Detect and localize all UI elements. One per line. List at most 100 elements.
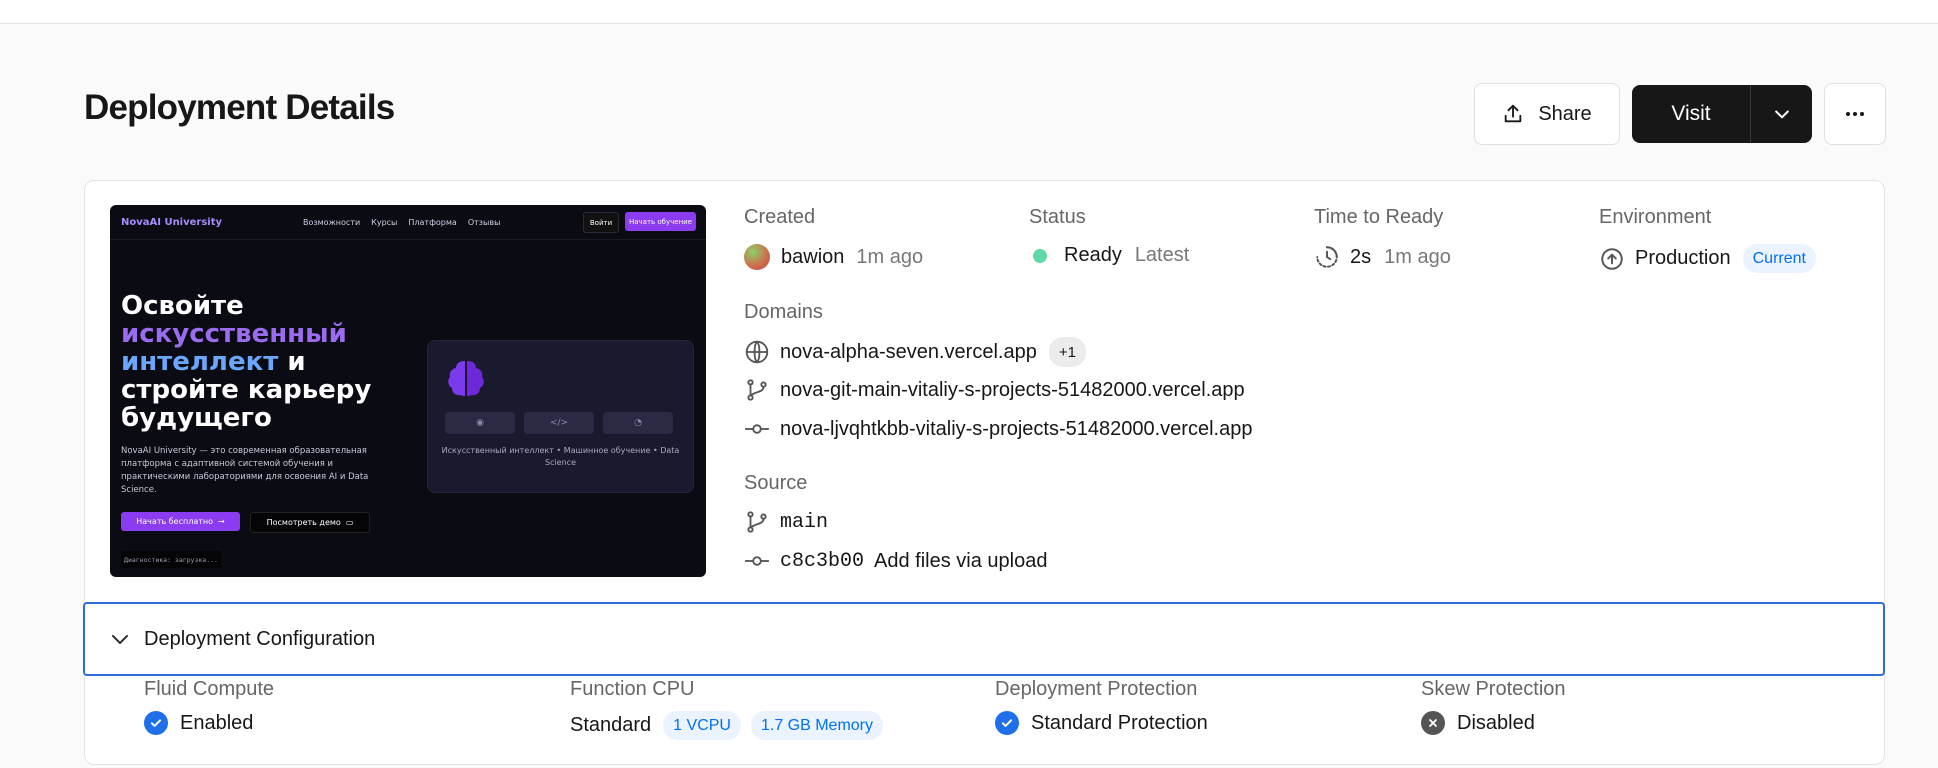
preview-nav-link: Курсы xyxy=(371,218,398,227)
preview-feature-panel: ◉ </> ◔ Искусственный интеллект • Машинн… xyxy=(427,340,694,493)
code-icon: </> xyxy=(524,412,594,434)
domain-link[interactable]: nova-git-main-vitaliy-s-projects-5148200… xyxy=(780,379,1245,402)
deployment-protection-status: Standard Protection xyxy=(1031,711,1208,734)
fluid-compute-status: Enabled xyxy=(180,711,254,734)
visit-button-group: Visit xyxy=(1632,85,1812,143)
preview-cta-secondary-label: Посмотреть демо xyxy=(266,518,341,527)
visit-button[interactable]: Visit xyxy=(1632,102,1750,126)
domains-label: Domains xyxy=(744,301,823,323)
arrow-up-circle-icon xyxy=(1599,246,1625,272)
memory-badge: 1.7 GB Memory xyxy=(750,711,883,740)
created-label: Created xyxy=(744,206,816,228)
deployment-configuration-title: Deployment Configuration xyxy=(144,628,376,650)
created-time: 1m ago xyxy=(856,245,924,268)
environment-label: Environment xyxy=(1599,206,1712,228)
preview-description: NovaAI University — это современная обра… xyxy=(121,446,369,495)
preview-nav-link: Платформа xyxy=(408,218,457,227)
preview-cta-primary: Начать бесплатно → xyxy=(121,512,240,531)
created-value: bawion 1m ago xyxy=(744,244,923,270)
brain-icon xyxy=(448,361,484,396)
chevron-down-icon xyxy=(108,627,132,656)
git-commit-icon xyxy=(744,416,770,442)
preview-diagnostics: Диагностика: загрузка... xyxy=(121,551,221,568)
commit-message[interactable]: Add files via upload xyxy=(874,550,1047,573)
preview-hero-line: стройте карьеру xyxy=(121,375,372,405)
check-circle-icon xyxy=(144,711,168,735)
avatar[interactable] xyxy=(744,244,770,270)
status-label: Status xyxy=(1029,206,1086,228)
clock-icon xyxy=(1314,244,1340,270)
deployment-protection-label: Deployment Protection xyxy=(995,678,1198,700)
time-to-ready-label: Time to Ready xyxy=(1314,206,1444,228)
status-tag: Latest xyxy=(1134,244,1190,266)
pie-chart-icon: ◔ xyxy=(603,412,673,434)
skew-protection-status: Disabled xyxy=(1457,711,1535,734)
check-circle-icon xyxy=(995,711,1019,735)
time-to-ready-duration: 2s xyxy=(1350,245,1372,268)
preview-hero-line: интеллект xyxy=(121,347,279,377)
ellipsis-icon xyxy=(1846,112,1864,116)
git-commit-icon xyxy=(744,548,770,574)
preview-nav-link: Отзывы xyxy=(467,218,501,227)
globe-icon xyxy=(744,339,770,365)
environment-badge: Current xyxy=(1742,244,1816,273)
more-options-button[interactable] xyxy=(1824,83,1886,145)
preview-hero-line: будущего xyxy=(121,403,272,433)
monitor-icon: ▭ xyxy=(345,518,354,527)
time-to-ready-time: 1m ago xyxy=(1384,245,1451,268)
preview-hero-line: искусственный xyxy=(121,319,347,349)
preview-hero-line: и xyxy=(278,347,306,377)
status-text: Ready xyxy=(1064,244,1122,266)
source-branch-row: main xyxy=(744,509,828,535)
preview-nav-links: Возможности Курсы Платформа Отзывы xyxy=(303,218,500,227)
source-commit-row: c8c3b00 Add files via upload xyxy=(744,548,1047,574)
robot-icon: ◉ xyxy=(445,412,515,434)
status-indicator-dot xyxy=(1033,248,1047,263)
preview-panel-caption: Искусственный интеллект • Машинное обуче… xyxy=(441,446,680,467)
preview-cta-primary-label: Начать бесплатно xyxy=(136,517,214,526)
function-cpu-tier: Standard xyxy=(570,714,652,736)
environment-name[interactable]: Production xyxy=(1635,247,1731,270)
preview-hero-line: Освойте xyxy=(121,291,244,321)
page-title: Deployment Details xyxy=(84,88,395,127)
git-branch-icon xyxy=(744,509,770,535)
vcpu-badge: 1 VCPU xyxy=(663,711,741,740)
preview-navbar: NovaAI University Возможности Курсы Плат… xyxy=(110,205,706,240)
preview-cta-secondary: Посмотреть демо ▭ xyxy=(250,512,370,533)
chevron-down-icon xyxy=(1774,110,1789,119)
preview-start-button: Начать обучение xyxy=(625,212,696,231)
domain-link[interactable]: nova-ljvqhtkbb-vitaliy-s-projects-514820… xyxy=(780,418,1252,441)
visit-dropdown-button[interactable] xyxy=(1751,104,1812,124)
domain-extra-count[interactable]: +1 xyxy=(1048,337,1086,367)
share-label: Share xyxy=(1538,102,1592,125)
skew-protection-value: Disabled xyxy=(1421,711,1535,735)
deployment-protection-value: Standard Protection xyxy=(995,711,1208,735)
source-label: Source xyxy=(744,472,808,494)
preview-hero-heading: Освойте искусственный интеллект и стройт… xyxy=(121,292,381,432)
git-branch-icon xyxy=(744,377,770,403)
preview-brand: NovaAI University xyxy=(121,217,223,228)
skew-protection-label: Skew Protection xyxy=(1421,678,1566,700)
source-branch[interactable]: main xyxy=(780,511,828,534)
arrow-right-icon: → xyxy=(218,517,225,526)
deployment-preview-thumbnail[interactable]: NovaAI University Возможности Курсы Плат… xyxy=(110,205,706,577)
domain-item: nova-ljvqhtkbb-vitaliy-s-projects-514820… xyxy=(744,416,1252,442)
domain-item: nova-alpha-seven.vercel.app +1 xyxy=(744,337,1086,367)
commit-hash[interactable]: c8c3b00 xyxy=(780,550,864,573)
top-bar xyxy=(0,0,1938,24)
share-button[interactable]: Share xyxy=(1474,83,1620,145)
status-value: Ready Latest xyxy=(1029,244,1189,267)
function-cpu-value: Standard 1 VCPU 1.7 GB Memory xyxy=(570,711,883,740)
fluid-compute-label: Fluid Compute xyxy=(144,678,275,700)
time-to-ready-value: 2s 1m ago xyxy=(1314,244,1451,270)
function-cpu-label: Function CPU xyxy=(570,678,695,700)
environment-value: Production Current xyxy=(1599,244,1816,273)
created-user[interactable]: bawion xyxy=(781,246,844,269)
domain-item: nova-git-main-vitaliy-s-projects-5148200… xyxy=(744,377,1245,403)
domain-link[interactable]: nova-alpha-seven.vercel.app xyxy=(780,341,1037,364)
preview-nav-link: Возможности xyxy=(303,218,361,227)
fluid-compute-value: Enabled xyxy=(144,711,253,735)
x-circle-icon xyxy=(1421,711,1445,735)
share-icon xyxy=(1502,103,1524,125)
preview-login-button: Войти xyxy=(583,212,619,233)
